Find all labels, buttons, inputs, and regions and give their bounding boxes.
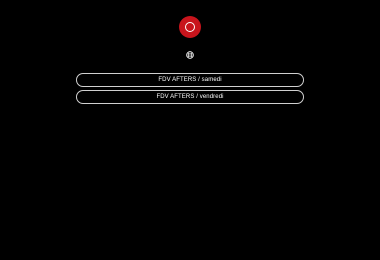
link-label: FDV AFTERS / vendredi	[156, 94, 224, 100]
link-page: FDV AFTERS / samedi FDV AFTERS / vendred…	[0, 0, 380, 260]
link-button-vendredi[interactable]: FDV AFTERS / vendredi	[76, 90, 304, 104]
globe-icon[interactable]	[186, 51, 194, 59]
link-label: FDV AFTERS / samedi	[158, 77, 222, 83]
logo-ring-icon	[185, 22, 195, 32]
profile-logo	[179, 16, 201, 38]
link-button-samedi[interactable]: FDV AFTERS / samedi	[76, 73, 304, 87]
